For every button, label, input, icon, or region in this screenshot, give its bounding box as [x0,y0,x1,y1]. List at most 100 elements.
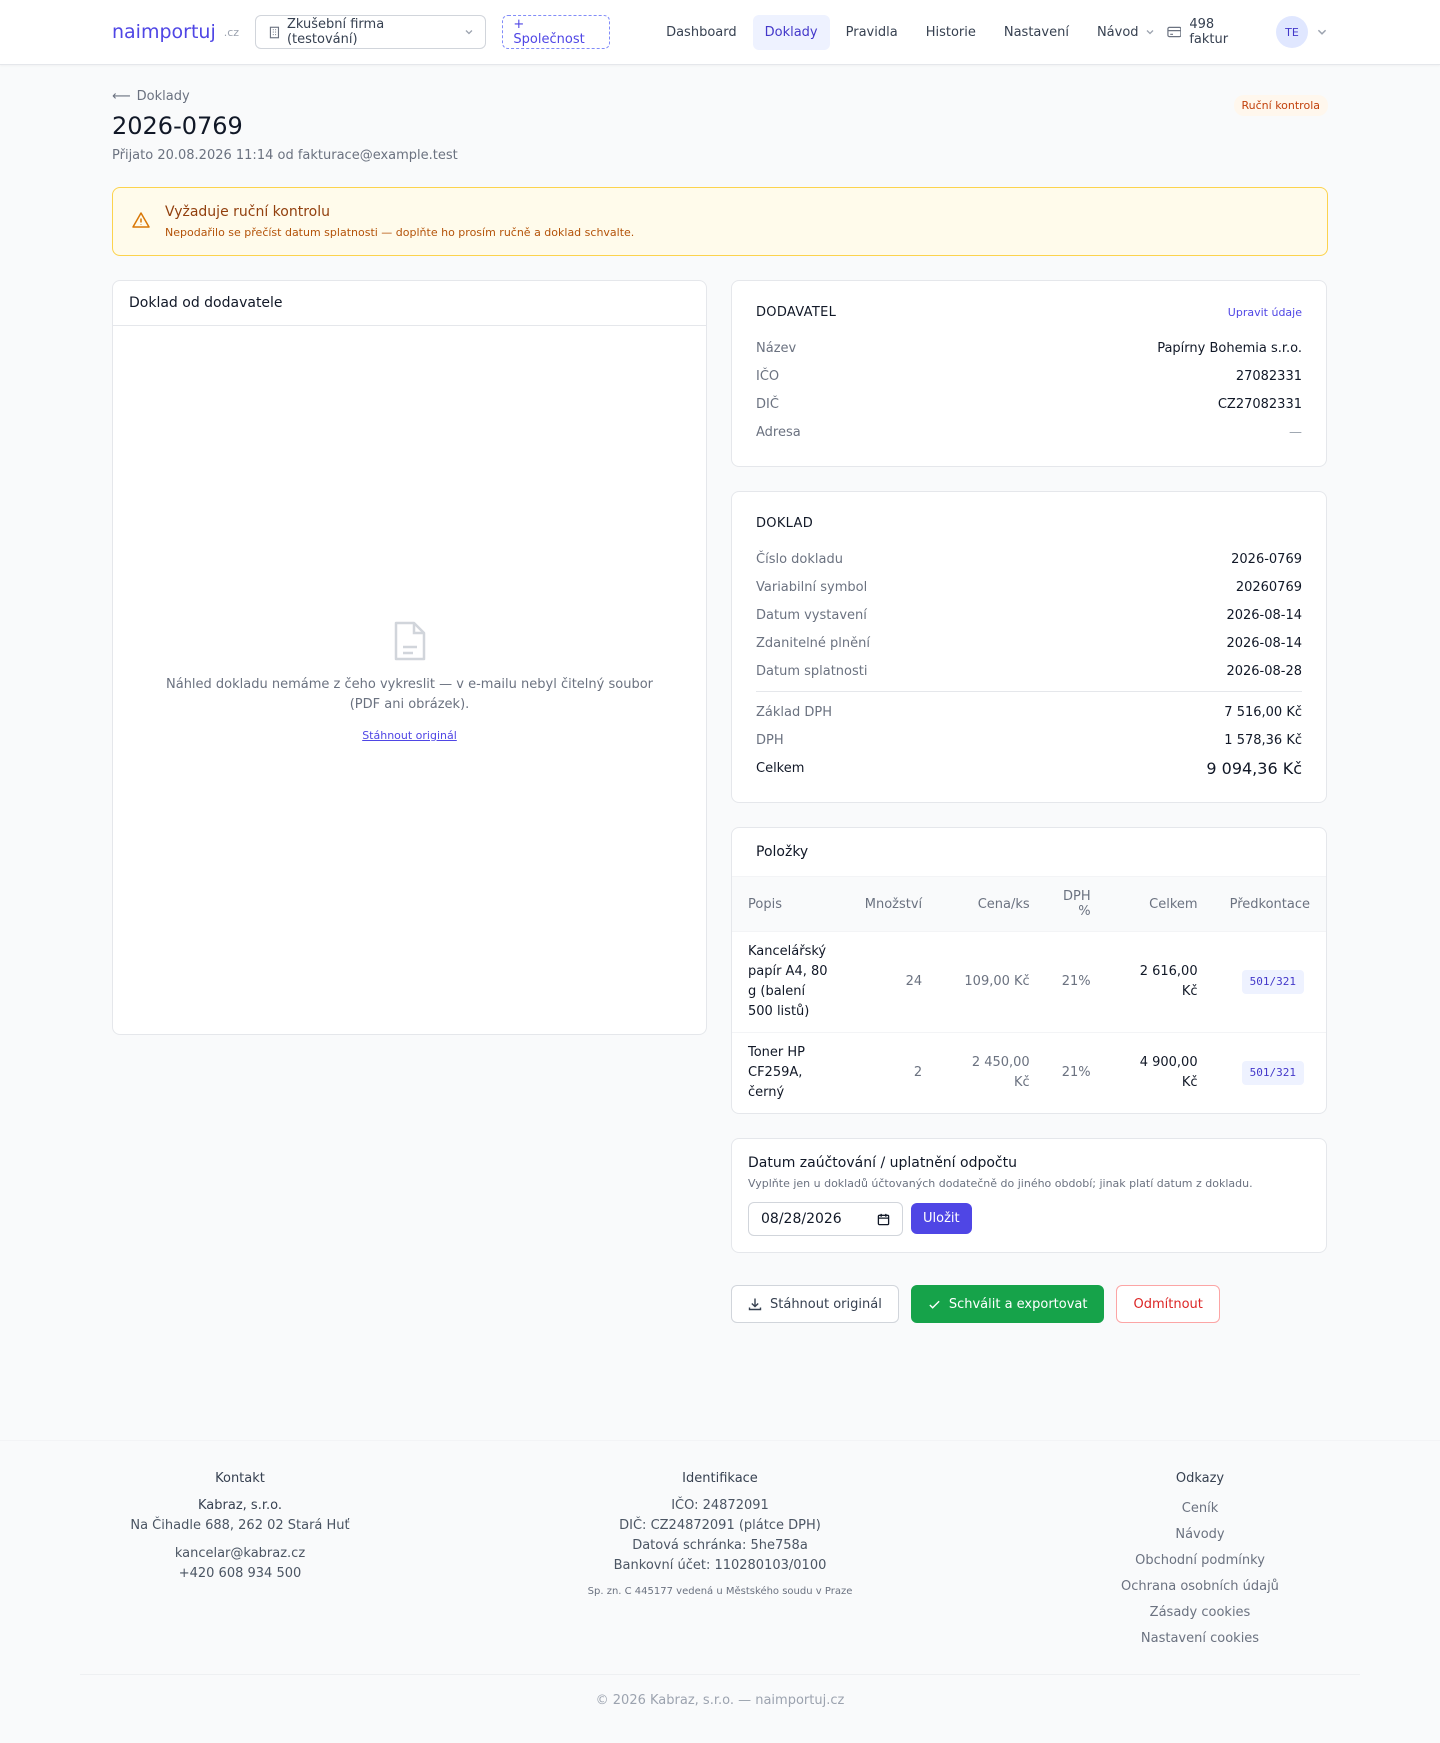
save-date-button[interactable]: Uložit [911,1203,972,1234]
preview-message: Náhled dokladu nemáme z čeho vykreslit —… [166,676,653,712]
footer-email[interactable]: kancelar@kabraz.cz [0,1544,480,1564]
reject-button[interactable]: Odmítnout [1116,1285,1220,1323]
footer-link-cookie-settings[interactable]: Nastavení cookies [960,1626,1440,1652]
invoice-credit[interactable]: 498 faktur [1166,17,1256,47]
row-label: Základ DPH [756,704,832,720]
footer-link-cookie-policy[interactable]: Zásady cookies [960,1600,1440,1626]
footer-link-guides[interactable]: Návody [960,1522,1440,1548]
document-card: DOKLAD Číslo dokladu 2026-0769 Variabilní… [731,491,1327,803]
item-price: 2 450,00 Kč [971,1055,1030,1090]
footer-link-pricing[interactable]: Ceník [960,1496,1440,1522]
company-select[interactable]: Zkušební firma (testování) [255,15,487,49]
document-row: Datum splatnosti 2026-08-28 [756,657,1302,685]
supplier-row-address: Adresa — [756,418,1302,446]
footer-phone[interactable]: +420 608 934 500 [0,1564,480,1584]
column-header: Celkem [1106,876,1214,932]
row-label: Datum splatnosti [756,663,868,679]
item-vat: 21% [1061,1065,1091,1080]
row-label: DIČ [756,396,779,412]
total-amount: 9 094,36 Kč [1206,758,1302,778]
supplier-row-name: Název Papírny Bohemia s.r.o. [756,334,1302,362]
document-preview-card: Doklad od dodavatele Náhled dokladu nemá… [112,280,707,1035]
logo[interactable]: naimportuj [112,21,216,43]
row-value: 27082331 [1235,368,1302,384]
company-select-label: Zkušební firma (testování) [286,17,385,47]
logo-tld: .cz [223,25,240,39]
row-label: DPH [756,732,784,748]
preview-title: Doklad od dodavatele [113,281,706,326]
download-original-link[interactable]: Stáhnout originál [362,729,457,742]
footer-heading: Identifikace [682,1471,758,1486]
back-link-label: Doklady [136,89,190,104]
footer-heading: Kontakt [215,1471,265,1486]
account-chip[interactable]: 501/321 [1241,1061,1304,1085]
row-value: 20260769 [1235,579,1302,595]
account-chip[interactable]: 501/321 [1241,970,1304,994]
alert-title: Vyžaduje ruční kontrolu [165,204,330,220]
total-row: Celkem 9 094,36 Kč [756,754,1302,782]
vat-base-row: Základ DPH 7 516,00 Kč [756,698,1302,726]
posting-date-input[interactable]: 08/28/2026 [748,1202,903,1236]
row-value: 2026-08-28 [1226,663,1302,679]
download-original-button[interactable]: Stáhnout originál [731,1285,899,1323]
avatar: TE [1276,16,1308,48]
footer: Kontakt Kabraz, s.r.o. Na Čihadle 688, 2… [0,1440,1440,1743]
footer-ico: IČO: 24872091 [671,1498,769,1513]
item-quantity: 24 [848,931,939,1033]
vat-row: DPH 1 578,36 Kč [756,726,1302,754]
document-row: Číslo dokladu 2026-0769 [756,545,1302,573]
footer-copyright: © 2026 Kabraz, s.r.o. — naimportuj.cz [80,1674,1360,1708]
items-card: Položky Popis Množství Cena/ks DPH % Cel… [731,827,1327,1114]
item-description: Kancelářský papír A4, 80 g (balení 500 l… [732,931,849,1033]
row-label: Zdanitelné plnění [756,635,871,651]
chevron-down-icon [465,30,472,35]
nav-historie[interactable]: Historie [914,15,988,50]
main-nav: Dashboard Doklady Pravidla Historie Nast… [654,14,1167,50]
item-total: 2 616,00 Kč [1106,931,1214,1033]
item-total: 4 900,00 Kč [1139,1055,1198,1090]
supplier-card: DODAVATEL Upravit údaje Název Papírny Boh… [731,280,1327,467]
row-value: 2026-08-14 [1226,635,1302,651]
posting-description: Vyplňte jen u dokladů účtovaných dodateč… [748,1177,1253,1190]
back-link[interactable]: ⟵ Doklady [112,89,1328,104]
table-row: Kancelářský papír A4, 80 g (balení 500 l… [732,931,1326,1033]
column-header: Cena/ks [938,876,1046,932]
approve-export-button[interactable]: Schválit a exportovat [910,1285,1105,1323]
row-label: Variabilní symbol [756,579,868,595]
alert-description: Nepodařilo se přečíst datum splatnosti —… [165,226,635,239]
footer-link-privacy[interactable]: Ochrana osobních údajů [960,1574,1440,1600]
warning-icon [132,212,150,228]
row-label: IČO [756,368,780,384]
edit-supplier-link[interactable]: Upravit údaje [1228,306,1302,319]
supplier-row-ico: IČO 27082331 [756,362,1302,390]
page-title: 2026-0769 [112,112,243,140]
divider [756,691,1302,692]
row-value: 2026-08-14 [1226,607,1302,623]
arrow-left-icon: ⟵ [112,89,131,104]
building-icon [269,26,280,38]
item-quantity: 2 [913,1065,923,1080]
supplier-title: DODAVATEL [756,305,837,320]
row-label: Číslo dokladu [756,551,843,567]
chevron-down-icon [1317,29,1327,35]
nav-navod[interactable]: Návod [1085,15,1167,50]
footer-dic: DIČ: CZ24872091 (plátce DPH) [619,1518,821,1533]
action-bar: Stáhnout originál Schválit a exportovat … [731,1285,1327,1323]
nav-pravidla[interactable]: Pravidla [834,15,910,50]
footer-registry: Sp. zn. C 445177 vedená u Městského soud… [587,1586,853,1597]
chevron-down-icon [1146,30,1153,35]
row-value: Papírny Bohemia s.r.o. [1157,340,1302,356]
item-vat: 21% [1045,931,1107,1033]
nav-nastaveni[interactable]: Nastavení [992,15,1081,50]
nav-dashboard[interactable]: Dashboard [654,15,749,50]
add-company-button[interactable]: + Společnost [502,15,611,49]
approve-export-label: Schválit a exportovat [948,1296,1088,1312]
footer-heading: Odkazy [1175,1471,1225,1486]
user-menu[interactable]: TE [1276,16,1328,48]
column-header: Množství [848,876,939,932]
footer-link-terms[interactable]: Obchodní podmínky [960,1548,1440,1574]
invoice-count: 498 faktur [1189,17,1229,47]
nav-doklady[interactable]: Doklady [752,14,830,50]
footer-contact: Kontakt Kabraz, s.r.o. Na Čihadle 688, 2… [0,1471,480,1652]
posting-date-card: Datum zaúčtování / uplatnění odpočtu Vyp… [731,1138,1327,1253]
